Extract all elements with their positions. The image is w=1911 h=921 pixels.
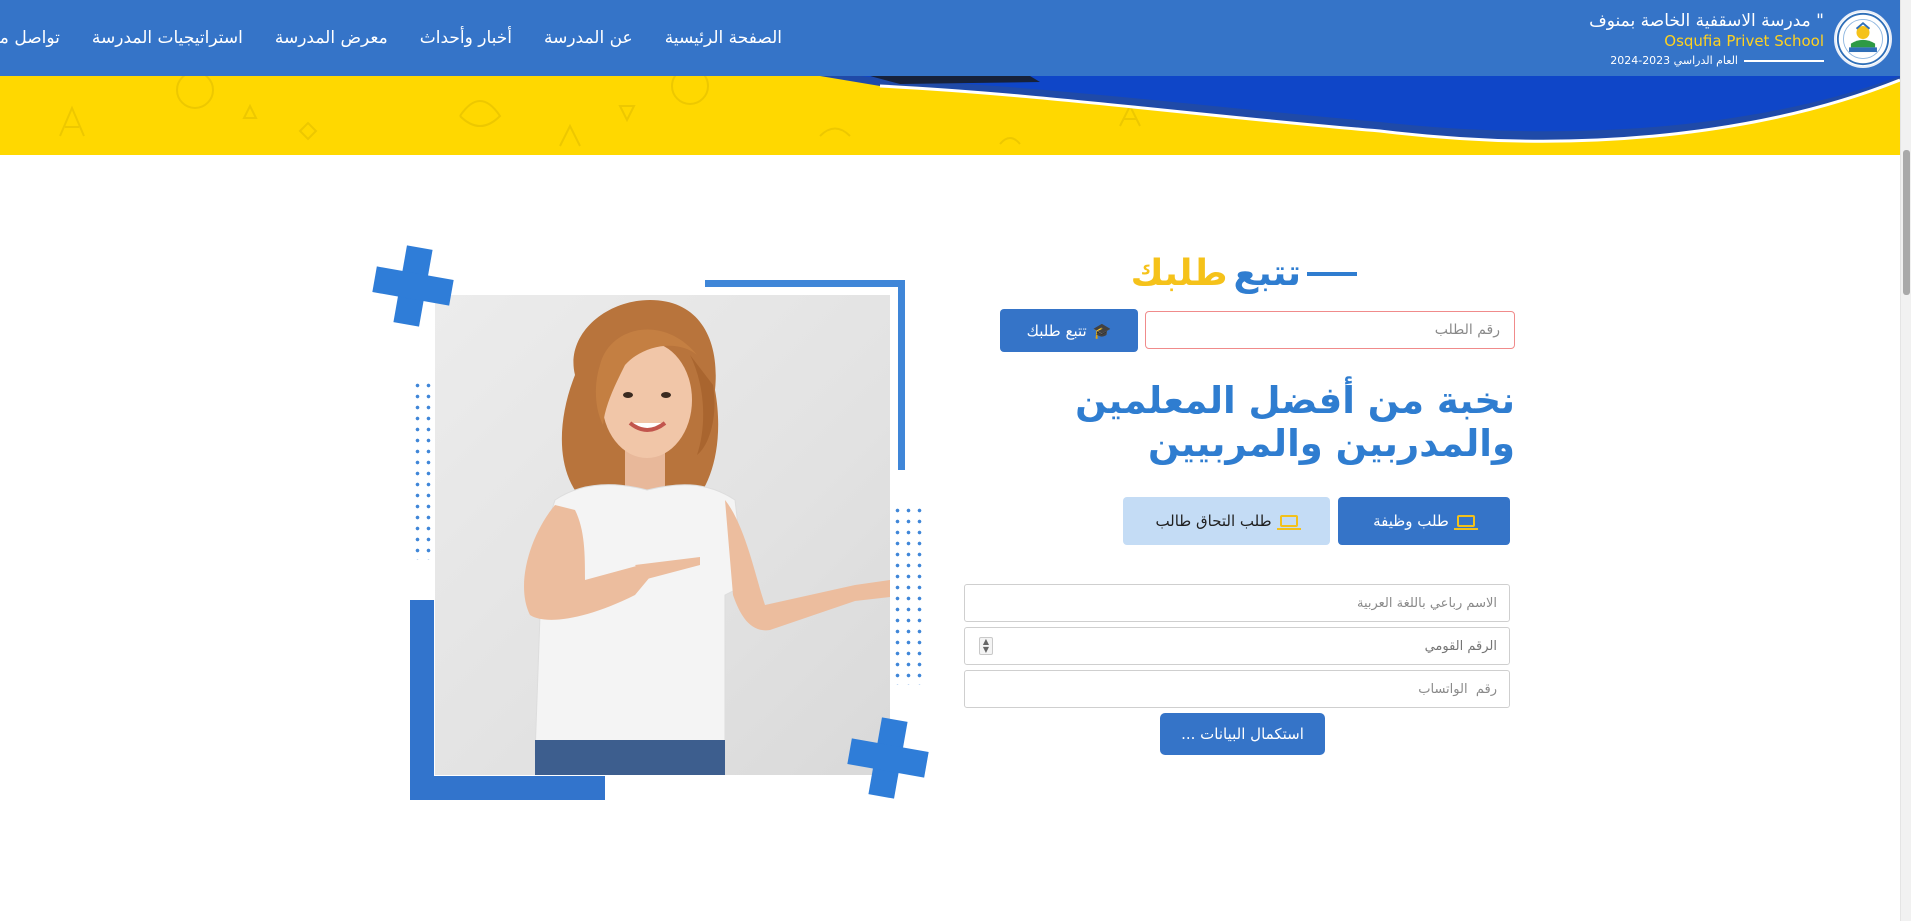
plus-icon [847, 717, 929, 799]
brand-text: مدرسة الاسقفية الخاصة بمنوف " Osqufia Pr… [1589, 11, 1824, 68]
number-spinner[interactable]: ▲ ▼ [979, 637, 993, 655]
laptop-icon [1453, 515, 1478, 530]
hero-banner-art [59, 76, 1900, 147]
scrollbar-thumb[interactable] [1903, 150, 1910, 295]
track-title-part1: تتبع [1233, 253, 1302, 294]
decorative-dots-right [892, 505, 928, 685]
graduation-cap-icon: 🎓 [1092, 321, 1112, 340]
plus-icon [372, 245, 454, 327]
nav-strategies[interactable]: استراتيجيات المدرسة [92, 28, 243, 48]
track-request-button[interactable]: 🎓 تتبع طلبك [1000, 309, 1138, 352]
request-number-input[interactable] [1145, 311, 1515, 349]
tab-enroll-label: طلب التحاق طالب [1155, 512, 1272, 530]
hero-banner [0, 76, 1900, 155]
school-name-arabic: مدرسة الاسقفية الخاصة بمنوف " [1589, 10, 1824, 31]
nav-gallery[interactable]: معرض المدرسة [275, 28, 388, 48]
nav-home[interactable]: الصفحة الرئيسية [665, 28, 782, 48]
track-title: تتبع طلبك [1131, 253, 1365, 294]
page: مدرسة الاسقفية الخاصة بمنوف " Osqufia Pr… [0, 0, 1911, 921]
tab-student-enrollment[interactable]: طلب التحاق طالب [1123, 497, 1330, 545]
nav-news[interactable]: أخبار وأحداث [420, 28, 512, 48]
school-logo[interactable] [1834, 10, 1892, 68]
laptop-icon [1276, 515, 1301, 530]
top-navbar: مدرسة الاسقفية الخاصة بمنوف " Osqufia Pr… [0, 0, 1900, 76]
tab-job-label: طلب وظيفة [1373, 512, 1449, 530]
title-bar [1307, 271, 1357, 276]
complete-data-button[interactable]: استكمال البيانات ... [1160, 713, 1325, 755]
divider [1744, 59, 1824, 62]
nav-about[interactable]: عن المدرسة [544, 28, 633, 48]
academic-year: العام الدراسي 2023-2024 [1589, 54, 1824, 67]
whatsapp-number-field[interactable] [964, 670, 1510, 708]
main-nav: الصفحة الرئيسية عن المدرسة أخبار وأحداث … [0, 0, 782, 76]
track-request-button-label: تتبع طلبك [1026, 321, 1087, 340]
page-scrollbar[interactable] [1900, 0, 1911, 921]
school-name-english: Osqufia Privet School [1664, 32, 1824, 51]
academic-year-text: العام الدراسي 2023-2024 [1610, 54, 1738, 68]
tab-job-application[interactable]: طلب وظيفة [1338, 497, 1510, 545]
track-title-part2: طلبك [1130, 253, 1228, 294]
nav-contact[interactable]: تواصل معنا [0, 28, 60, 48]
teacher-photo [435, 295, 890, 775]
full-name-field[interactable] [964, 584, 1510, 622]
national-id-field-wrapper: ▲▼ [964, 627, 1510, 665]
national-id-field[interactable] [965, 628, 1509, 664]
brand[interactable]: مدرسة الاسقفية الخاصة بمنوف " Osqufia Pr… [1589, 8, 1892, 70]
headline: نخبة من أفضل المعلمين والمدربين والمربيي… [1075, 379, 1515, 465]
teacher-illustration [372, 245, 940, 815]
